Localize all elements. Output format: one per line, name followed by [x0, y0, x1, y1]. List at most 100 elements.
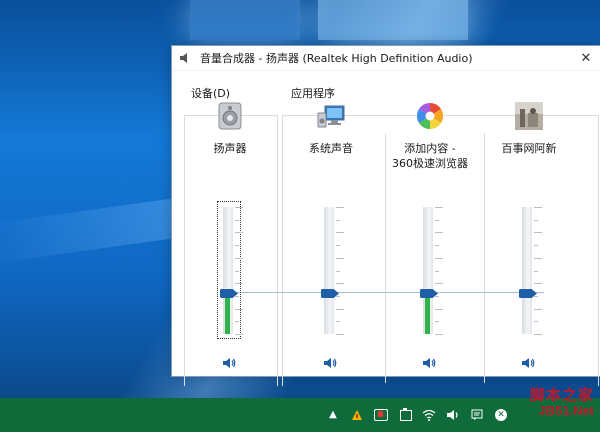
notification-icon[interactable]	[470, 408, 484, 422]
slider-ticks	[233, 207, 243, 335]
channel-speaker: 扬声器	[180, 101, 280, 173]
slider-tick	[534, 207, 542, 208]
slider-tick	[235, 283, 243, 284]
desktop-window-pane	[190, 0, 300, 40]
slider-tick	[435, 321, 439, 322]
channel-label: 添加内容 - 360极速浏览器	[392, 142, 468, 170]
slider-tick	[235, 321, 239, 322]
speaker-icon	[178, 51, 192, 65]
speaker-mute-button[interactable]	[221, 355, 237, 371]
slider-tick	[534, 296, 538, 297]
watermark-logo: 脚本之家 JB51.Net	[530, 384, 594, 418]
slider-tick	[435, 296, 439, 297]
slider-tick	[336, 232, 344, 233]
slider-tick	[336, 220, 340, 221]
slider-tick	[235, 334, 243, 335]
slider-tick	[435, 207, 443, 208]
speaker-device-icon[interactable]	[215, 101, 245, 131]
peak-meter-fill	[225, 293, 230, 334]
slider-tick	[435, 334, 443, 335]
slider-tick	[336, 309, 344, 310]
channel-baishi: 百事网阿新	[479, 101, 579, 173]
title-bar[interactable]: 音量合成器 - 扬声器 (Realtek High Definition Aud…	[172, 46, 600, 71]
app-tray-icon[interactable]	[350, 408, 364, 422]
slider-tick	[435, 271, 439, 272]
close-circle-icon[interactable]: ✕	[494, 408, 508, 422]
slider-tick	[336, 207, 344, 208]
peak-meter-fill	[425, 293, 430, 334]
slider-ticks	[334, 207, 344, 335]
slider-tick	[534, 245, 538, 246]
desktop-window-pane	[318, 0, 468, 40]
mixer-body: 设备(D) 应用程序 扬声器 系统声音 添加内容 - 360极速浏览器 百事网阿…	[172, 71, 600, 386]
slider-tick	[336, 296, 340, 297]
slider-tick	[235, 220, 239, 221]
chevron-up-icon[interactable]: ▲	[326, 408, 340, 422]
battery-icon[interactable]	[398, 408, 412, 422]
slider-tick	[235, 232, 243, 233]
device-group-label: 设备(D)	[189, 85, 233, 101]
channel-label: 扬声器	[213, 142, 247, 155]
slider-tick	[435, 309, 443, 310]
system-sounds-mute-button[interactable]	[322, 355, 338, 371]
slider-tick	[336, 321, 340, 322]
slider-tick	[435, 232, 443, 233]
system-sounds-icon[interactable]	[316, 101, 346, 131]
slider-tick	[534, 321, 538, 322]
slider-tick	[235, 296, 239, 297]
slider-tick	[435, 245, 439, 246]
slider-tick	[534, 309, 542, 310]
speaker-volume-icon	[423, 358, 436, 368]
slider-tick	[235, 245, 239, 246]
taskbar: ▲ ✕	[0, 398, 600, 432]
slider-ticks	[532, 207, 542, 335]
desktop-light-streak	[0, 197, 180, 263]
baishi-volume-slider[interactable]	[517, 202, 542, 338]
speaker-volume-icon	[522, 358, 535, 368]
slider-tick	[336, 271, 340, 272]
speaker-volume-slider[interactable]	[217, 201, 243, 339]
slider-tick	[534, 271, 538, 272]
slider-tick	[336, 283, 344, 284]
slider-tick	[534, 334, 542, 335]
slider-tick	[336, 334, 344, 335]
speaker-volume-icon	[223, 358, 236, 368]
system-sounds-volume-slider[interactable]	[319, 202, 344, 338]
slider-tick	[235, 309, 243, 310]
browser-mute-button[interactable]	[421, 355, 437, 371]
wifi-icon[interactable]	[422, 408, 436, 422]
window-title: 音量合成器 - 扬声器 (Realtek High Definition Aud…	[200, 52, 473, 65]
slider-track	[522, 207, 532, 334]
slider-ticks	[433, 207, 443, 335]
slider-tick	[336, 258, 344, 259]
slider-tick	[534, 232, 542, 233]
slider-track	[324, 207, 334, 334]
slider-tick	[235, 207, 243, 208]
channel-system-sounds: 系统声音	[281, 101, 381, 173]
watermark-top: 脚本之家	[529, 387, 594, 404]
close-button[interactable]: ✕	[573, 47, 599, 69]
apps-group-label: 应用程序	[289, 85, 337, 101]
slider-tick	[534, 283, 542, 284]
speaker-volume-icon	[324, 358, 337, 368]
browser-360-icon[interactable]	[415, 101, 445, 131]
volume-icon[interactable]	[446, 408, 460, 422]
slider-tick	[435, 220, 439, 221]
channel-label: 百事网阿新	[501, 142, 557, 155]
camera-icon[interactable]	[374, 408, 388, 422]
slider-tick	[534, 220, 538, 221]
volume-link-line	[227, 292, 544, 293]
slider-tick	[336, 245, 340, 246]
watermark-bottom: JB51.Net	[538, 403, 594, 418]
volume-mixer-window: 音量合成器 - 扬声器 (Realtek High Definition Aud…	[171, 45, 600, 386]
slider-tick	[534, 258, 542, 259]
slider-tick	[235, 271, 239, 272]
slider-tick	[435, 283, 443, 284]
app-photo-icon[interactable]	[514, 101, 544, 131]
slider-tick	[235, 258, 243, 259]
channel-browser: 添加内容 - 360极速浏览器	[380, 101, 480, 173]
channel-label: 系统声音	[309, 142, 353, 155]
browser-volume-slider[interactable]	[418, 202, 443, 338]
baishi-mute-button[interactable]	[520, 355, 536, 371]
slider-tick	[435, 258, 443, 259]
